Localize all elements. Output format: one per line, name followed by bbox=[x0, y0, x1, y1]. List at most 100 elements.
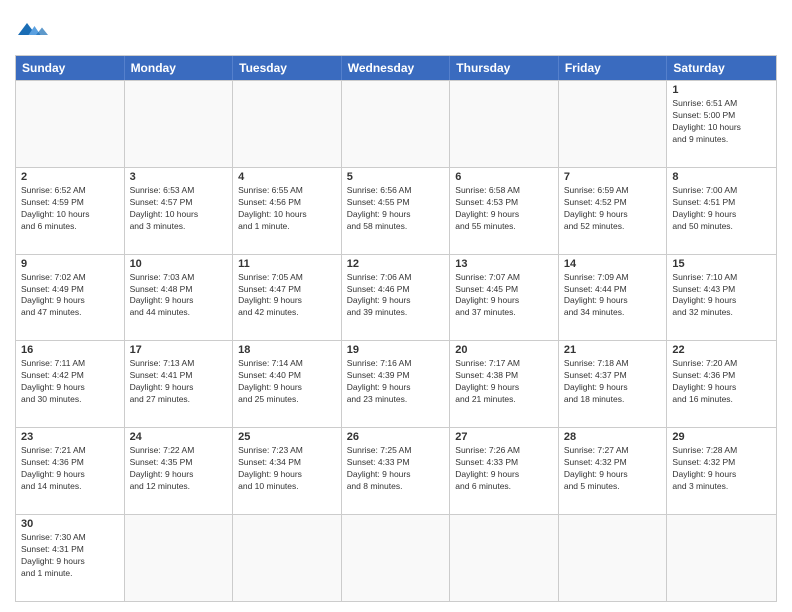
day-number: 29 bbox=[672, 431, 771, 443]
day-number: 22 bbox=[672, 344, 771, 356]
calendar-cell: 9 Sunrise: 7:02 AM Sunset: 4:49 PM Daylig… bbox=[16, 255, 125, 341]
page: SundayMondayTuesdayWednesdayThursdayFrid… bbox=[0, 0, 792, 612]
day-number: 11 bbox=[238, 258, 336, 270]
calendar-header-thursday: Thursday bbox=[450, 56, 559, 80]
calendar-cell: 4 Sunrise: 6:55 AM Sunset: 4:56 PM Daylig… bbox=[233, 168, 342, 254]
calendar-cell: 8 Sunrise: 7:00 AM Sunset: 4:51 PM Daylig… bbox=[667, 168, 776, 254]
calendar-header-row: SundayMondayTuesdayWednesdayThursdayFrid… bbox=[16, 56, 776, 80]
calendar-header-wednesday: Wednesday bbox=[342, 56, 451, 80]
calendar-cell: 16Sunrise: 7:11 AM Sunset: 4:42 PM Dayli… bbox=[16, 341, 125, 427]
day-number: 28 bbox=[564, 431, 662, 443]
calendar-cell bbox=[559, 515, 668, 601]
calendar-header-tuesday: Tuesday bbox=[233, 56, 342, 80]
day-info: Sunrise: 6:51 AM Sunset: 5:00 PM Dayligh… bbox=[672, 98, 771, 146]
day-number: 24 bbox=[130, 431, 228, 443]
day-number: 30 bbox=[21, 518, 119, 530]
day-info: Sunrise: 7:30 AM Sunset: 4:31 PM Dayligh… bbox=[21, 532, 119, 580]
day-info: Sunrise: 6:59 AM Sunset: 4:52 PM Dayligh… bbox=[564, 185, 662, 233]
calendar-header-monday: Monday bbox=[125, 56, 234, 80]
calendar-cell: 18 Sunrise: 7:14 AM Sunset: 4:40 PM Dayli… bbox=[233, 341, 342, 427]
day-number: 23 bbox=[21, 431, 119, 443]
calendar-cell bbox=[342, 81, 451, 167]
day-info: Sunrise: 7:07 AM Sunset: 4:45 PM Dayligh… bbox=[455, 272, 553, 320]
day-number: 27 bbox=[455, 431, 553, 443]
day-number: 9 bbox=[21, 258, 119, 270]
header bbox=[15, 10, 777, 49]
day-number: 19 bbox=[347, 344, 445, 356]
calendar-cell: 2 Sunrise: 6:52 AM Sunset: 4:59 PM Daylig… bbox=[16, 168, 125, 254]
calendar-cell bbox=[125, 81, 234, 167]
calendar-cell: 12 Sunrise: 7:06 AM Sunset: 4:46 PM Dayli… bbox=[342, 255, 451, 341]
day-number: 12 bbox=[347, 258, 445, 270]
day-number: 4 bbox=[238, 171, 336, 183]
calendar-cell: 22 Sunrise: 7:20 AM Sunset: 4:36 PM Dayli… bbox=[667, 341, 776, 427]
calendar-cell bbox=[233, 515, 342, 601]
day-info: Sunrise: 6:58 AM Sunset: 4:53 PM Dayligh… bbox=[455, 185, 553, 233]
day-number: 25 bbox=[238, 431, 336, 443]
calendar-row-4: 23Sunrise: 7:21 AM Sunset: 4:36 PM Dayli… bbox=[16, 427, 776, 514]
day-number: 15 bbox=[672, 258, 771, 270]
day-info: Sunrise: 7:02 AM Sunset: 4:49 PM Dayligh… bbox=[21, 272, 119, 320]
calendar-cell: 23Sunrise: 7:21 AM Sunset: 4:36 PM Dayli… bbox=[16, 428, 125, 514]
calendar-cell: 11 Sunrise: 7:05 AM Sunset: 4:47 PM Dayli… bbox=[233, 255, 342, 341]
day-number: 20 bbox=[455, 344, 553, 356]
day-number: 26 bbox=[347, 431, 445, 443]
day-number: 14 bbox=[564, 258, 662, 270]
calendar-row-3: 16Sunrise: 7:11 AM Sunset: 4:42 PM Dayli… bbox=[16, 340, 776, 427]
calendar-row-0: 1 Sunrise: 6:51 AM Sunset: 5:00 PM Daylig… bbox=[16, 80, 776, 167]
calendar-row-5: 30 Sunrise: 7:30 AM Sunset: 4:31 PM Dayli… bbox=[16, 514, 776, 601]
calendar-header-saturday: Saturday bbox=[667, 56, 776, 80]
calendar-cell bbox=[559, 81, 668, 167]
day-number: 8 bbox=[672, 171, 771, 183]
day-number: 16 bbox=[21, 344, 119, 356]
calendar-cell: 3Sunrise: 6:53 AM Sunset: 4:57 PM Daylig… bbox=[125, 168, 234, 254]
day-info: Sunrise: 7:27 AM Sunset: 4:32 PM Dayligh… bbox=[564, 445, 662, 493]
day-info: Sunrise: 7:17 AM Sunset: 4:38 PM Dayligh… bbox=[455, 358, 553, 406]
day-number: 17 bbox=[130, 344, 228, 356]
calendar-cell: 24Sunrise: 7:22 AM Sunset: 4:35 PM Dayli… bbox=[125, 428, 234, 514]
logo bbox=[15, 14, 48, 49]
day-info: Sunrise: 7:23 AM Sunset: 4:34 PM Dayligh… bbox=[238, 445, 336, 493]
day-info: Sunrise: 7:00 AM Sunset: 4:51 PM Dayligh… bbox=[672, 185, 771, 233]
day-info: Sunrise: 7:28 AM Sunset: 4:32 PM Dayligh… bbox=[672, 445, 771, 493]
calendar-cell: 1 Sunrise: 6:51 AM Sunset: 5:00 PM Daylig… bbox=[667, 81, 776, 167]
calendar-header-friday: Friday bbox=[559, 56, 668, 80]
day-info: Sunrise: 7:03 AM Sunset: 4:48 PM Dayligh… bbox=[130, 272, 228, 320]
day-number: 1 bbox=[672, 84, 771, 96]
day-number: 10 bbox=[130, 258, 228, 270]
day-number: 3 bbox=[130, 171, 228, 183]
day-info: Sunrise: 6:56 AM Sunset: 4:55 PM Dayligh… bbox=[347, 185, 445, 233]
calendar-cell: 25 Sunrise: 7:23 AM Sunset: 4:34 PM Dayli… bbox=[233, 428, 342, 514]
day-info: Sunrise: 7:05 AM Sunset: 4:47 PM Dayligh… bbox=[238, 272, 336, 320]
calendar-cell: 13 Sunrise: 7:07 AM Sunset: 4:45 PM Dayli… bbox=[450, 255, 559, 341]
calendar-cell: 26Sunrise: 7:25 AM Sunset: 4:33 PM Dayli… bbox=[342, 428, 451, 514]
calendar-cell: 20 Sunrise: 7:17 AM Sunset: 4:38 PM Dayli… bbox=[450, 341, 559, 427]
calendar-cell bbox=[342, 515, 451, 601]
calendar-cell: 21Sunrise: 7:18 AM Sunset: 4:37 PM Dayli… bbox=[559, 341, 668, 427]
day-number: 2 bbox=[21, 171, 119, 183]
calendar-cell: 14Sunrise: 7:09 AM Sunset: 4:44 PM Dayli… bbox=[559, 255, 668, 341]
calendar-row-2: 9 Sunrise: 7:02 AM Sunset: 4:49 PM Daylig… bbox=[16, 254, 776, 341]
day-number: 7 bbox=[564, 171, 662, 183]
calendar-body: 1 Sunrise: 6:51 AM Sunset: 5:00 PM Daylig… bbox=[16, 80, 776, 601]
day-info: Sunrise: 7:10 AM Sunset: 4:43 PM Dayligh… bbox=[672, 272, 771, 320]
calendar-cell bbox=[450, 515, 559, 601]
day-number: 18 bbox=[238, 344, 336, 356]
day-number: 5 bbox=[347, 171, 445, 183]
day-info: Sunrise: 6:55 AM Sunset: 4:56 PM Dayligh… bbox=[238, 185, 336, 233]
calendar-cell: 28 Sunrise: 7:27 AM Sunset: 4:32 PM Dayli… bbox=[559, 428, 668, 514]
calendar-cell bbox=[233, 81, 342, 167]
day-number: 13 bbox=[455, 258, 553, 270]
day-info: Sunrise: 7:06 AM Sunset: 4:46 PM Dayligh… bbox=[347, 272, 445, 320]
day-info: Sunrise: 7:14 AM Sunset: 4:40 PM Dayligh… bbox=[238, 358, 336, 406]
calendar-cell: 10 Sunrise: 7:03 AM Sunset: 4:48 PM Dayli… bbox=[125, 255, 234, 341]
calendar-cell: 30 Sunrise: 7:30 AM Sunset: 4:31 PM Dayli… bbox=[16, 515, 125, 601]
calendar-cell bbox=[16, 81, 125, 167]
calendar-cell: 6Sunrise: 6:58 AM Sunset: 4:53 PM Daylig… bbox=[450, 168, 559, 254]
day-info: Sunrise: 7:16 AM Sunset: 4:39 PM Dayligh… bbox=[347, 358, 445, 406]
calendar-cell: 15 Sunrise: 7:10 AM Sunset: 4:43 PM Dayli… bbox=[667, 255, 776, 341]
day-info: Sunrise: 6:52 AM Sunset: 4:59 PM Dayligh… bbox=[21, 185, 119, 233]
day-info: Sunrise: 7:20 AM Sunset: 4:36 PM Dayligh… bbox=[672, 358, 771, 406]
calendar-cell: 27Sunrise: 7:26 AM Sunset: 4:33 PM Dayli… bbox=[450, 428, 559, 514]
calendar-header-sunday: Sunday bbox=[16, 56, 125, 80]
